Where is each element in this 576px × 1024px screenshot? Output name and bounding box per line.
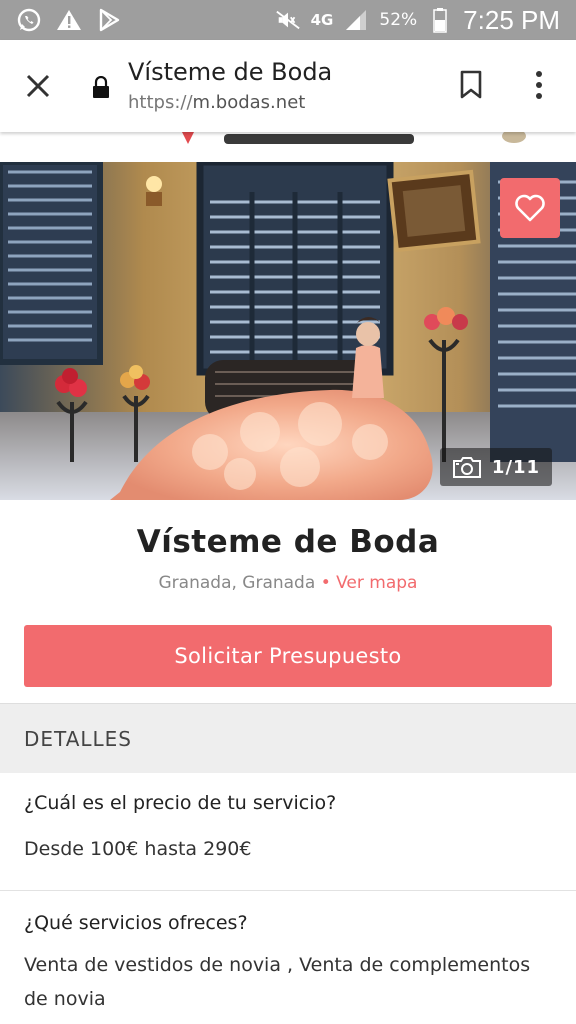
detail-answer: Desde 100€ hasta 290€ [24,838,252,860]
details-section-header: DETALLES [0,703,576,773]
detail-question: ¿Cuál es el precio de tu servicio? [24,792,337,814]
view-map-link[interactable]: Ver mapa [336,573,417,593]
photo-counter[interactable]: 1/11 [440,448,552,486]
vendor-location: Granada, Granada • Ver mapa [0,573,576,593]
clock: 7:25 PM [463,4,560,35]
warning-icon [56,7,82,33]
page-title: Vísteme de Boda [128,58,333,86]
more-vert-icon[interactable] [524,68,554,102]
mute-icon [275,7,301,33]
favorite-button[interactable] [500,178,560,238]
request-quote-button[interactable]: Solicitar Presupuesto [24,625,552,687]
location-separator: • [320,573,331,593]
detail-item: ¿Qué servicios ofreces? Venta de vestido… [24,912,554,1016]
divider [0,890,576,891]
battery-percent: 52% [379,10,418,30]
site-logo[interactable] [180,132,420,148]
details-heading: DETALLES [24,726,132,751]
url-host: m.bodas.net [192,92,306,113]
detail-answer: Venta de vestidos de novia , Venta de co… [24,954,531,1010]
detail-question: ¿Qué servicios ofreces? [24,912,248,934]
lock-icon [92,75,110,98]
browser-toolbar: Vísteme de Boda https://m.bodas.net [0,40,576,132]
close-icon[interactable] [22,70,54,102]
logo-ornament [500,132,528,146]
vendor-photo[interactable]: 1/11 [0,162,576,500]
vendor-name: Vísteme de Boda [136,524,440,560]
whatsapp-icon [16,7,42,33]
url-bar[interactable]: https://m.bodas.net [128,92,305,113]
detail-item: ¿Cuál es el precio de tu servicio? Desde… [24,792,554,866]
heart-icon [515,194,545,222]
photo-counter-text: 1/11 [491,456,541,478]
play-store-icon [96,7,122,33]
site-header-fragment [0,132,576,162]
location-text: Granada, Granada [158,573,316,593]
url-scheme: https:// [128,92,193,113]
network-type: 4G [310,10,334,29]
bookmark-icon[interactable] [456,68,486,102]
status-bar: 4G 52% 7:25 PM [0,0,576,40]
battery-icon [427,7,453,33]
signal-icon [343,7,369,33]
camera-icon [452,455,482,479]
